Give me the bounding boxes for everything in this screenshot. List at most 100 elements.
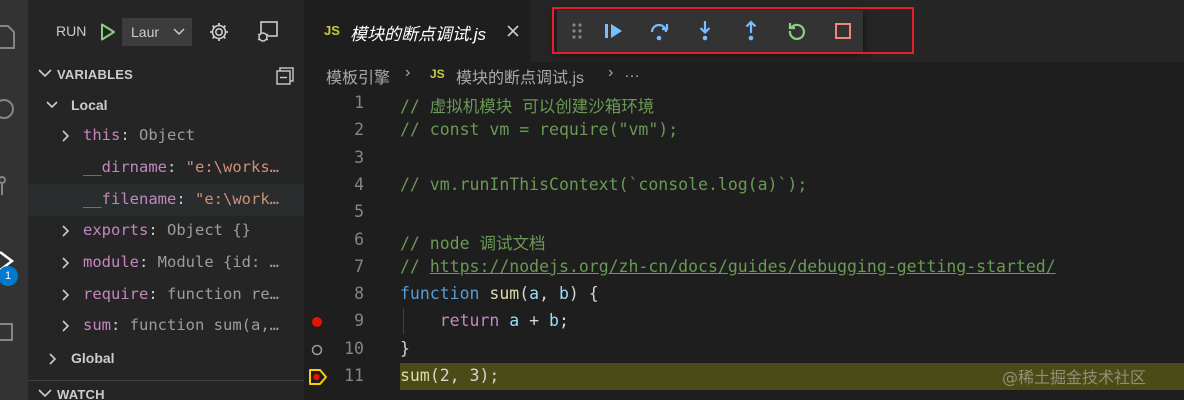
code-param: b [558, 284, 569, 303]
activity-bar: 1 [0, 0, 28, 400]
variable-row[interactable]: __dirname: "e:\works… [28, 152, 304, 184]
line-number: 6 [354, 230, 364, 249]
breakpoint-icon[interactable] [309, 314, 325, 330]
variable-row[interactable]: sum: function sum(a,… [28, 310, 304, 342]
indent-guide [403, 308, 404, 334]
chevron-down-icon [38, 389, 52, 398]
extensions-icon[interactable] [0, 318, 28, 348]
variable-name: module [83, 253, 139, 271]
code-keyword: return [439, 311, 500, 330]
variable-value: "e:\work… [195, 190, 279, 208]
close-icon[interactable] [506, 24, 520, 38]
variable-row[interactable]: require: function re… [28, 279, 304, 311]
editor-tab[interactable]: JS 模块的断点调试.js [304, 0, 530, 62]
chevron-right-icon [62, 289, 70, 301]
watch-title: WATCH [57, 387, 105, 400]
scope-local[interactable]: Local [28, 90, 304, 122]
step-out-icon[interactable] [739, 19, 763, 43]
variable-value: Object {} [167, 221, 251, 239]
js-file-icon: JS [430, 67, 445, 81]
code-line: 2 // const vm = require("vm"); [304, 117, 1184, 144]
restart-icon[interactable] [785, 19, 809, 43]
line-number: 11 [344, 366, 364, 385]
code-comment: // vm.runInThisContext(`console.log(a)`)… [400, 175, 808, 194]
gear-icon[interactable] [208, 21, 230, 43]
step-into-icon[interactable] [693, 19, 717, 43]
code-line: 8 function sum(a, b) { [304, 281, 1184, 308]
breadcrumb-symbol[interactable]: … [624, 64, 640, 82]
variable-value: function sum(a,… [129, 316, 279, 334]
chevron-right-icon [49, 353, 57, 365]
start-debugging-icon[interactable] [99, 23, 117, 41]
line-number: 8 [354, 284, 364, 303]
line-number: 3 [354, 148, 364, 167]
run-label: RUN [56, 23, 87, 39]
chevron-right-icon [62, 225, 70, 237]
line-number: 7 [354, 257, 364, 276]
scope-global-label: Global [71, 350, 115, 366]
variable-name: sum [83, 316, 111, 334]
unverified-breakpoint-icon[interactable] [309, 342, 325, 358]
variables-section-header[interactable]: VARIABLES [28, 61, 304, 89]
breadcrumb-folder[interactable]: 模板引擎 [326, 64, 390, 88]
code-line: 7 // https://nodejs.org/zh-cn/docs/guide… [304, 254, 1184, 281]
launch-config-value: Laur [131, 24, 160, 40]
line-number: 9 [354, 311, 364, 330]
line-number: 10 [344, 339, 364, 358]
variable-row[interactable]: module: Module {id: … [28, 247, 304, 279]
debug-toolbar [557, 10, 863, 52]
stop-icon[interactable] [831, 19, 855, 43]
source-control-icon[interactable] [0, 172, 28, 202]
variable-value: Module {id: … [157, 253, 279, 271]
chevron-right-icon [62, 257, 70, 269]
code-link[interactable]: https://nodejs.org/zh-cn/docs/guides/deb… [430, 257, 1056, 276]
chevron-down-icon [46, 101, 58, 109]
code-line: 1 // 虚拟机模块 可以创建沙箱环境 [304, 90, 1184, 117]
launch-config-select[interactable]: Laur [122, 18, 192, 46]
explorer-icon[interactable] [0, 22, 28, 52]
tab-filename: 模块的断点调试.js [350, 25, 486, 44]
line-number: 5 [354, 202, 364, 221]
continue-icon[interactable] [601, 19, 625, 43]
chevron-right-icon [62, 320, 70, 332]
chevron-right-icon [62, 130, 70, 142]
debug-sidebar: RUN Laur VARIABLES Local this: Object __… [28, 0, 304, 400]
watermark-text: @稀土掘金技术社区 [1002, 368, 1147, 387]
variable-name: exports [83, 221, 149, 239]
drag-handle-icon[interactable] [565, 19, 589, 43]
watch-section-header[interactable]: WATCH [28, 380, 304, 400]
code-editor[interactable]: 1 // 虚拟机模块 可以创建沙箱环境 2 // const vm = requ… [304, 88, 1184, 400]
code-line: 6 // node 调试文档 [304, 227, 1184, 254]
js-file-icon: JS [324, 23, 340, 38]
search-icon[interactable] [0, 96, 28, 126]
run-toolbar: RUN Laur [28, 14, 304, 50]
variable-name: __filename [83, 190, 177, 208]
variable-row[interactable]: __filename: "e:\work… [28, 184, 304, 216]
breadcrumb-file[interactable]: 模块的断点调试.js [456, 64, 584, 88]
line-number: 4 [354, 175, 364, 194]
code-line: 4 // vm.runInThisContext(`console.log(a)… [304, 172, 1184, 199]
collapse-all-icon[interactable] [276, 67, 294, 85]
variable-name: require [83, 285, 149, 303]
line-number: 2 [354, 120, 364, 139]
chevron-down-icon [173, 28, 185, 36]
variable-row[interactable]: exports: Object {} [28, 215, 304, 247]
code-comment: // node 调试文档 [400, 234, 546, 253]
variable-value: function re… [167, 285, 279, 303]
code-comment: // const vm = require("vm"); [400, 120, 679, 139]
breadcrumb-separator: › [405, 64, 411, 81]
step-over-icon[interactable] [647, 19, 671, 43]
breadcrumb-separator: › [608, 64, 614, 81]
line-number: 1 [354, 93, 364, 112]
variable-row[interactable]: this: Object [28, 120, 304, 152]
debug-badge: 1 [0, 266, 18, 286]
code-param: a [529, 284, 540, 303]
code-line: 3 [304, 145, 1184, 172]
code-function: sum [400, 366, 430, 385]
code-line: 5 [304, 199, 1184, 226]
scope-global[interactable]: Global [28, 343, 304, 375]
variable-value: Object [139, 126, 195, 144]
debug-console-icon[interactable] [254, 19, 280, 45]
scope-local-label: Local [71, 97, 108, 113]
code-function: sum [489, 284, 520, 303]
